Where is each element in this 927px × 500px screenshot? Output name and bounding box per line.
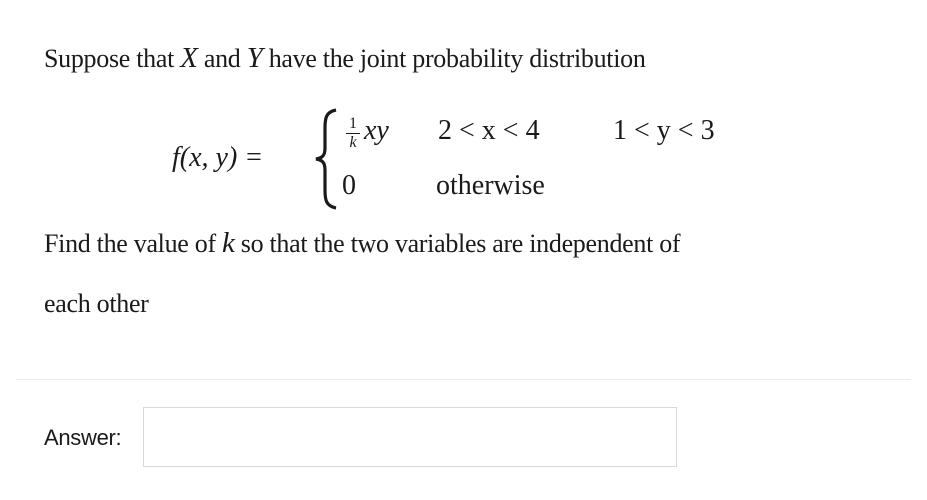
fraction-one-over-k: 1 k: [346, 116, 360, 151]
question-prompt: Find the value of k so that the two vari…: [44, 227, 681, 260]
case2-value: 0: [342, 170, 356, 201]
prompt-text: so that the two variables are independen…: [234, 229, 681, 258]
question-intro: Suppose that X and Y have the joint prob…: [44, 42, 646, 75]
variable-y: Y: [246, 42, 263, 74]
prompt-text: Find the value of: [44, 229, 223, 258]
answer-input[interactable]: [143, 407, 677, 467]
case1-expression: xy: [364, 115, 389, 146]
case1-condition-y: 1 < y < 3: [613, 115, 715, 146]
section-divider: [16, 379, 911, 380]
variable-k: k: [222, 227, 235, 259]
variable-x: X: [180, 42, 198, 74]
case1-condition-x: 2 < x < 4: [438, 115, 540, 146]
question-prompt-line2: each other: [44, 289, 149, 319]
intro-text: Suppose that: [44, 44, 181, 73]
answer-label: Answer:: [44, 425, 122, 450]
prompt-text: each other: [44, 289, 149, 318]
equation-lhs: f(x, y) =: [172, 142, 264, 173]
case2-condition: otherwise: [436, 170, 545, 201]
intro-text: and: [197, 44, 247, 73]
fraction-numerator: 1: [349, 115, 357, 132]
intro-text: have the joint probability distribution: [262, 44, 646, 73]
fraction-denominator: k: [349, 134, 357, 151]
left-brace-icon: [315, 108, 337, 210]
